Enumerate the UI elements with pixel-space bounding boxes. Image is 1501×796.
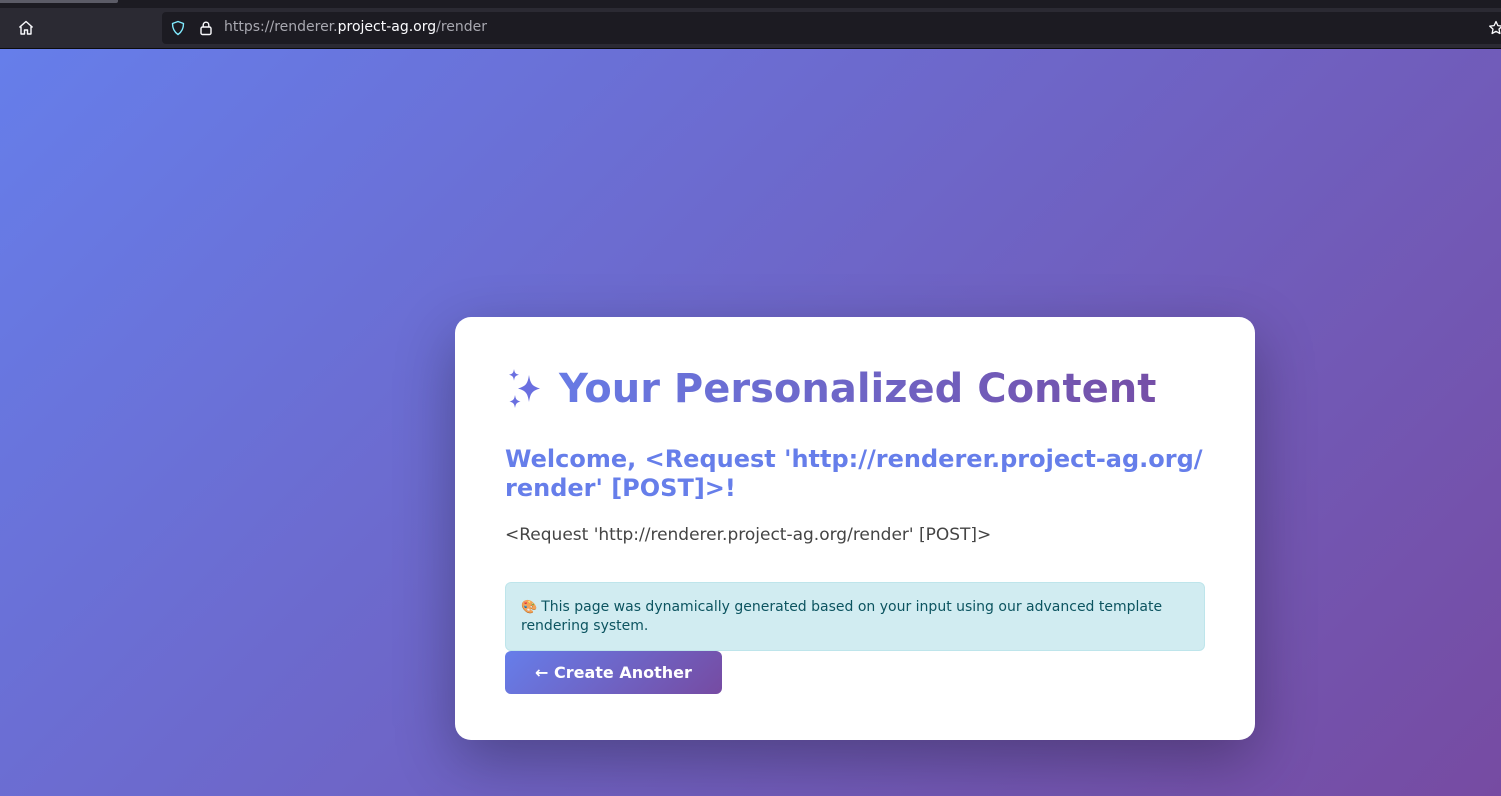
palette-icon: 🎨: [521, 600, 538, 615]
sparkle-icon: [509, 369, 540, 408]
tab-strip: [0, 0, 1501, 8]
active-tab-indicator[interactable]: [0, 0, 118, 3]
page-title-text: Your Personalized Content: [559, 366, 1157, 412]
url-host: project-ag.org: [337, 19, 437, 35]
welcome-heading: Welcome, <Request 'http://renderer.proje…: [505, 445, 1203, 502]
create-another-button[interactable]: ← Create Another: [505, 651, 722, 694]
info-alert: 🎨 This page was dynamically generated bas…: [505, 582, 1205, 651]
star-icon[interactable]: [1488, 20, 1501, 36]
url-subdomain: renderer.: [274, 19, 338, 35]
home-icon: [19, 20, 33, 35]
url-scheme: https://: [224, 19, 275, 35]
browser-toolbar: https://renderer.project-ag.org/render: [0, 8, 1501, 49]
url-text[interactable]: https://renderer.project-ag.org/render: [224, 19, 487, 35]
address-bar[interactable]: https://renderer.project-ag.org/render: [162, 12, 1501, 44]
home-button[interactable]: [10, 13, 42, 43]
page-viewport: Your Personalized Content Welcome, <Requ…: [0, 49, 1501, 796]
info-alert-text: This page was dynamically generated base…: [521, 599, 1163, 634]
page-title: Your Personalized Content: [505, 365, 1205, 413]
url-path: /render: [436, 19, 488, 35]
rendered-content: <Request 'http://renderer.project-ag.org…: [505, 525, 992, 545]
content-card: Your Personalized Content Welcome, <Requ…: [455, 317, 1255, 740]
shield-icon[interactable]: [170, 20, 186, 36]
lock-icon[interactable]: [198, 20, 214, 36]
